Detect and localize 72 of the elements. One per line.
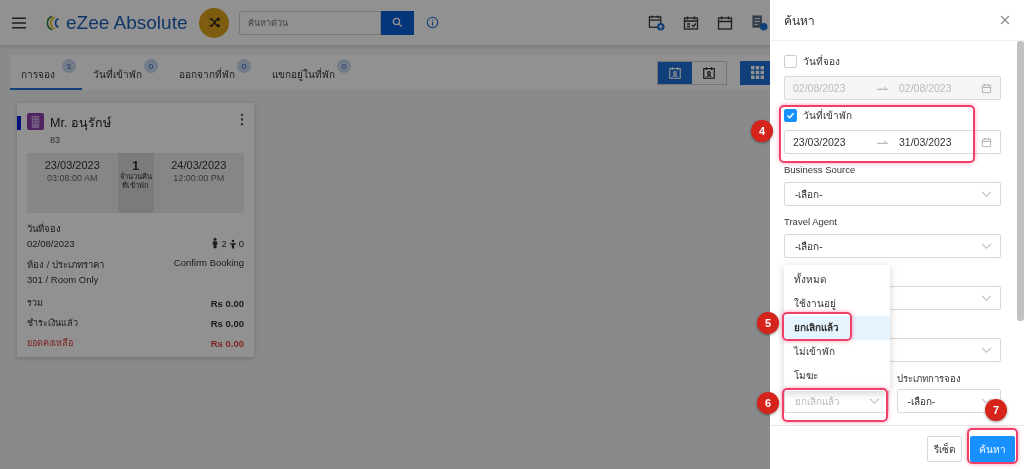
booking-card[interactable] [17,103,254,357]
highlight-frame [967,428,1018,464]
checkmark-icon [786,110,795,120]
field-label: Travel Agent [784,216,838,229]
grid-icon [750,66,764,79]
count-badge: 0 [237,59,251,73]
tab[interactable]: ออกจากที่พัก 0 [168,55,261,90]
count-badge: 1 [62,59,76,73]
tab[interactable]: การจอง 1 [10,55,82,90]
info-icon[interactable] [426,16,440,29]
calendar-check-icon[interactable] [683,14,699,31]
calendar-icon[interactable] [717,14,733,31]
calendar-plus-icon[interactable] [648,14,665,31]
booking-status: Confirm Booking [173,257,244,268]
total-label: รวม [27,297,43,310]
checkbox[interactable] [784,54,797,68]
menu-icon[interactable] [12,16,26,29]
calendar-people-icon [702,65,716,80]
total-label: ยอดคงเหลือ [27,337,73,350]
scrollbar[interactable] [1017,41,1024,321]
menu-item[interactable]: ยกเลิกแล้ว [784,316,890,340]
child-count: 0 [238,238,244,249]
count-badge: 0 [144,59,158,73]
room-rate: 301 / Room Only [27,274,100,285]
menu-item[interactable]: ใช้งานอยู่ [784,292,890,316]
child-icon [229,239,236,249]
more-options-icon[interactable] [240,113,244,126]
app-name: eZee Absolute [66,11,188,34]
departure-date: 24/03/2023 [171,159,227,171]
status-marker [17,116,21,130]
select-field[interactable]: -เลือก- [784,182,1001,206]
close-icon[interactable] [1000,15,1010,25]
field-label: Business Source [784,164,857,177]
adult-count: 2 [221,238,227,249]
search-icon [392,17,404,28]
reset-button[interactable]: รีเซ็ต [927,436,962,462]
field-label: ประเภทการจอง [896,373,961,384]
shuffle-button[interactable] [199,7,230,38]
menu-item[interactable]: ทั้งหมด [784,268,890,292]
checkbox[interactable] [784,108,797,122]
total-amount: Rs 0.00 [210,317,244,329]
total-amount: Rs 0.00 [210,337,244,349]
booking-number: 83 [50,135,61,145]
guest-name: Mr. อนุรักษ์ [50,115,111,133]
checkbox-label: วันที่จอง [803,53,840,69]
tab[interactable]: แขกอยู่ในที่พัก 0 [261,55,361,90]
booking-date-label: วันที่จอง [27,221,62,236]
total-label: ชำระเงินแล้ว [27,317,78,330]
highlight-frame [782,312,852,341]
nights-count: 1 [131,158,140,173]
date-range-field[interactable]: 23/03/2023 31/03/2023 [784,130,1001,154]
arrival-time: 03:08:00 AM [46,173,98,183]
search-field[interactable]: ค้นหาด่วน [239,10,382,35]
view-toggle-button[interactable] [658,61,692,84]
panel-title: ค้นหา [784,12,815,30]
chevron-down-icon[interactable] [981,397,992,405]
menu-item[interactable]: ไม่เข้าพัก [784,340,890,364]
menu-item[interactable]: โมฆะ [784,364,890,388]
tab[interactable]: วันที่เข้าพัก 0 [82,55,168,90]
room-label: ห้อง / ประเภทราคา [27,258,104,272]
total-amount: Rs 0.00 [210,297,244,309]
arrival-date: 23/03/2023 [44,159,100,171]
booking-date: 02/08/2023 [27,238,75,249]
checkbox-label: วันที่เข้าพัก [803,107,852,123]
departure-time: 12:00:00 PM [173,173,225,183]
shuffle-icon [208,16,221,29]
adult-icon [212,237,219,249]
count-badge: 0 [337,59,351,73]
calendar-person-icon [668,65,682,80]
select-field[interactable]: -เลือก- [784,234,1001,258]
building-icon [27,113,44,130]
search-button[interactable] [381,10,415,35]
